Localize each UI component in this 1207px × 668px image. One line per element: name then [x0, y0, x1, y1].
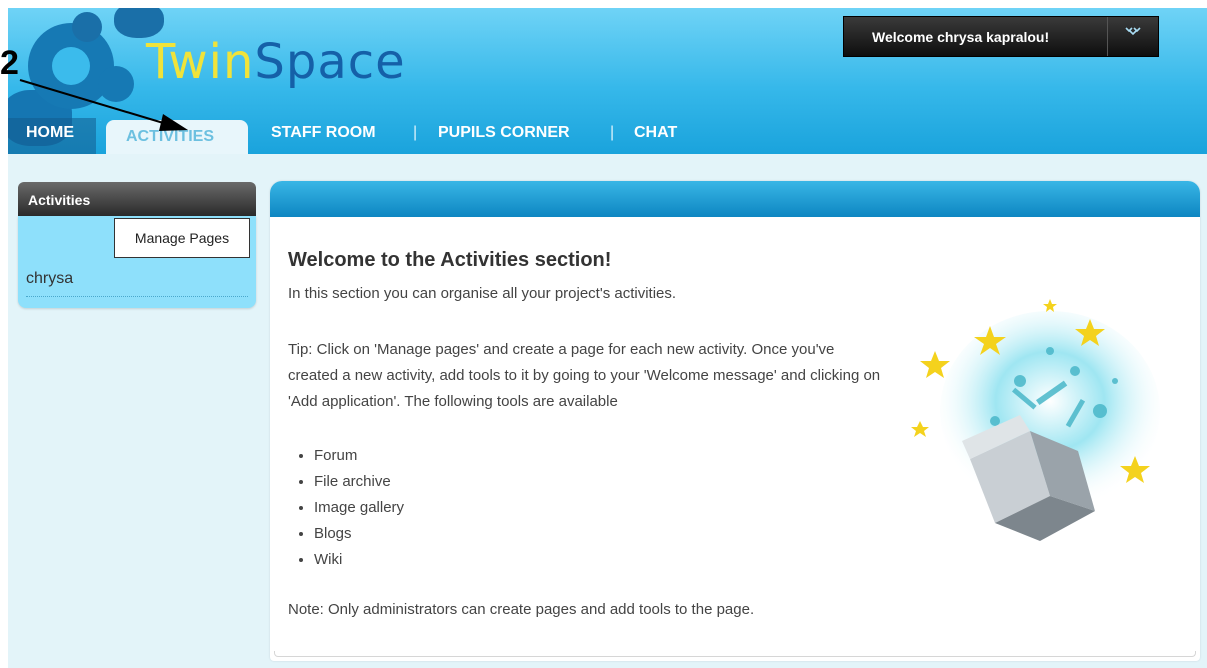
tab-staff-room[interactable]: STAFF ROOM: [271, 124, 376, 142]
intro-text: In this section you can organise all you…: [288, 285, 677, 302]
annotation-number: 2: [0, 44, 19, 82]
logo-space: Space: [254, 34, 406, 90]
gear-logo-icon: [98, 66, 134, 102]
tab-chat[interactable]: CHAT: [634, 124, 677, 142]
content-panel: Welcome to the Activities section! In th…: [270, 181, 1200, 661]
list-item: Image gallery: [314, 495, 404, 521]
tab-activities-label: ACTIVITIES: [126, 128, 215, 145]
sidebar-header: Activities: [18, 182, 256, 216]
tip-text: Tip: Click on 'Manage pages' and create …: [288, 341, 881, 410]
sidebar-title: Activities: [28, 192, 91, 208]
sidebar-item-user[interactable]: chrysa: [26, 270, 73, 288]
content-panel-footer: [274, 651, 1196, 657]
list-item: File archive: [314, 469, 404, 495]
main-navigation: HOME ACTIVITIES STAFF ROOM | PUPILS CORN…: [8, 118, 908, 154]
tab-activities[interactable]: ACTIVITIES: [106, 120, 248, 154]
dropdown-chevron-icon[interactable]: [1108, 17, 1158, 56]
nav-separator: |: [610, 124, 615, 141]
gear-logo-icon: [72, 12, 102, 42]
content-panel-header-bar: [270, 181, 1200, 217]
user-welcome-box: Welcome chrysa kapralou!: [843, 16, 1159, 57]
nav-separator: |: [413, 124, 418, 141]
twinspace-logo[interactable]: TwinSpace: [146, 32, 406, 92]
note-text: Note: Only administrators can create pag…: [288, 601, 755, 618]
welcome-message: Welcome chrysa kapralou!: [872, 29, 1050, 45]
toolbox-illustration-icon: [911, 299, 1160, 541]
tab-pupils-corner[interactable]: PUPILS CORNER: [438, 124, 570, 142]
list-item: Wiki: [314, 547, 404, 573]
tab-home[interactable]: HOME: [26, 124, 74, 142]
sidebar-panel: Manage Pages chrysa: [18, 216, 256, 308]
app-frame: TwinSpace Welcome chrysa kapralou! HOME …: [8, 8, 1207, 668]
manage-pages-button[interactable]: Manage Pages: [114, 218, 250, 258]
site-header: TwinSpace Welcome chrysa kapralou! HOME …: [8, 8, 1207, 154]
list-item: Forum: [314, 443, 404, 469]
logo-twin: Twin: [146, 34, 255, 90]
page-title: Welcome to the Activities section!: [288, 249, 612, 271]
list-item: Blogs: [314, 521, 404, 547]
gear-logo-icon: [28, 23, 114, 109]
divider: [26, 296, 248, 297]
tools-list: Forum File archive Image gallery Blogs W…: [314, 443, 404, 573]
